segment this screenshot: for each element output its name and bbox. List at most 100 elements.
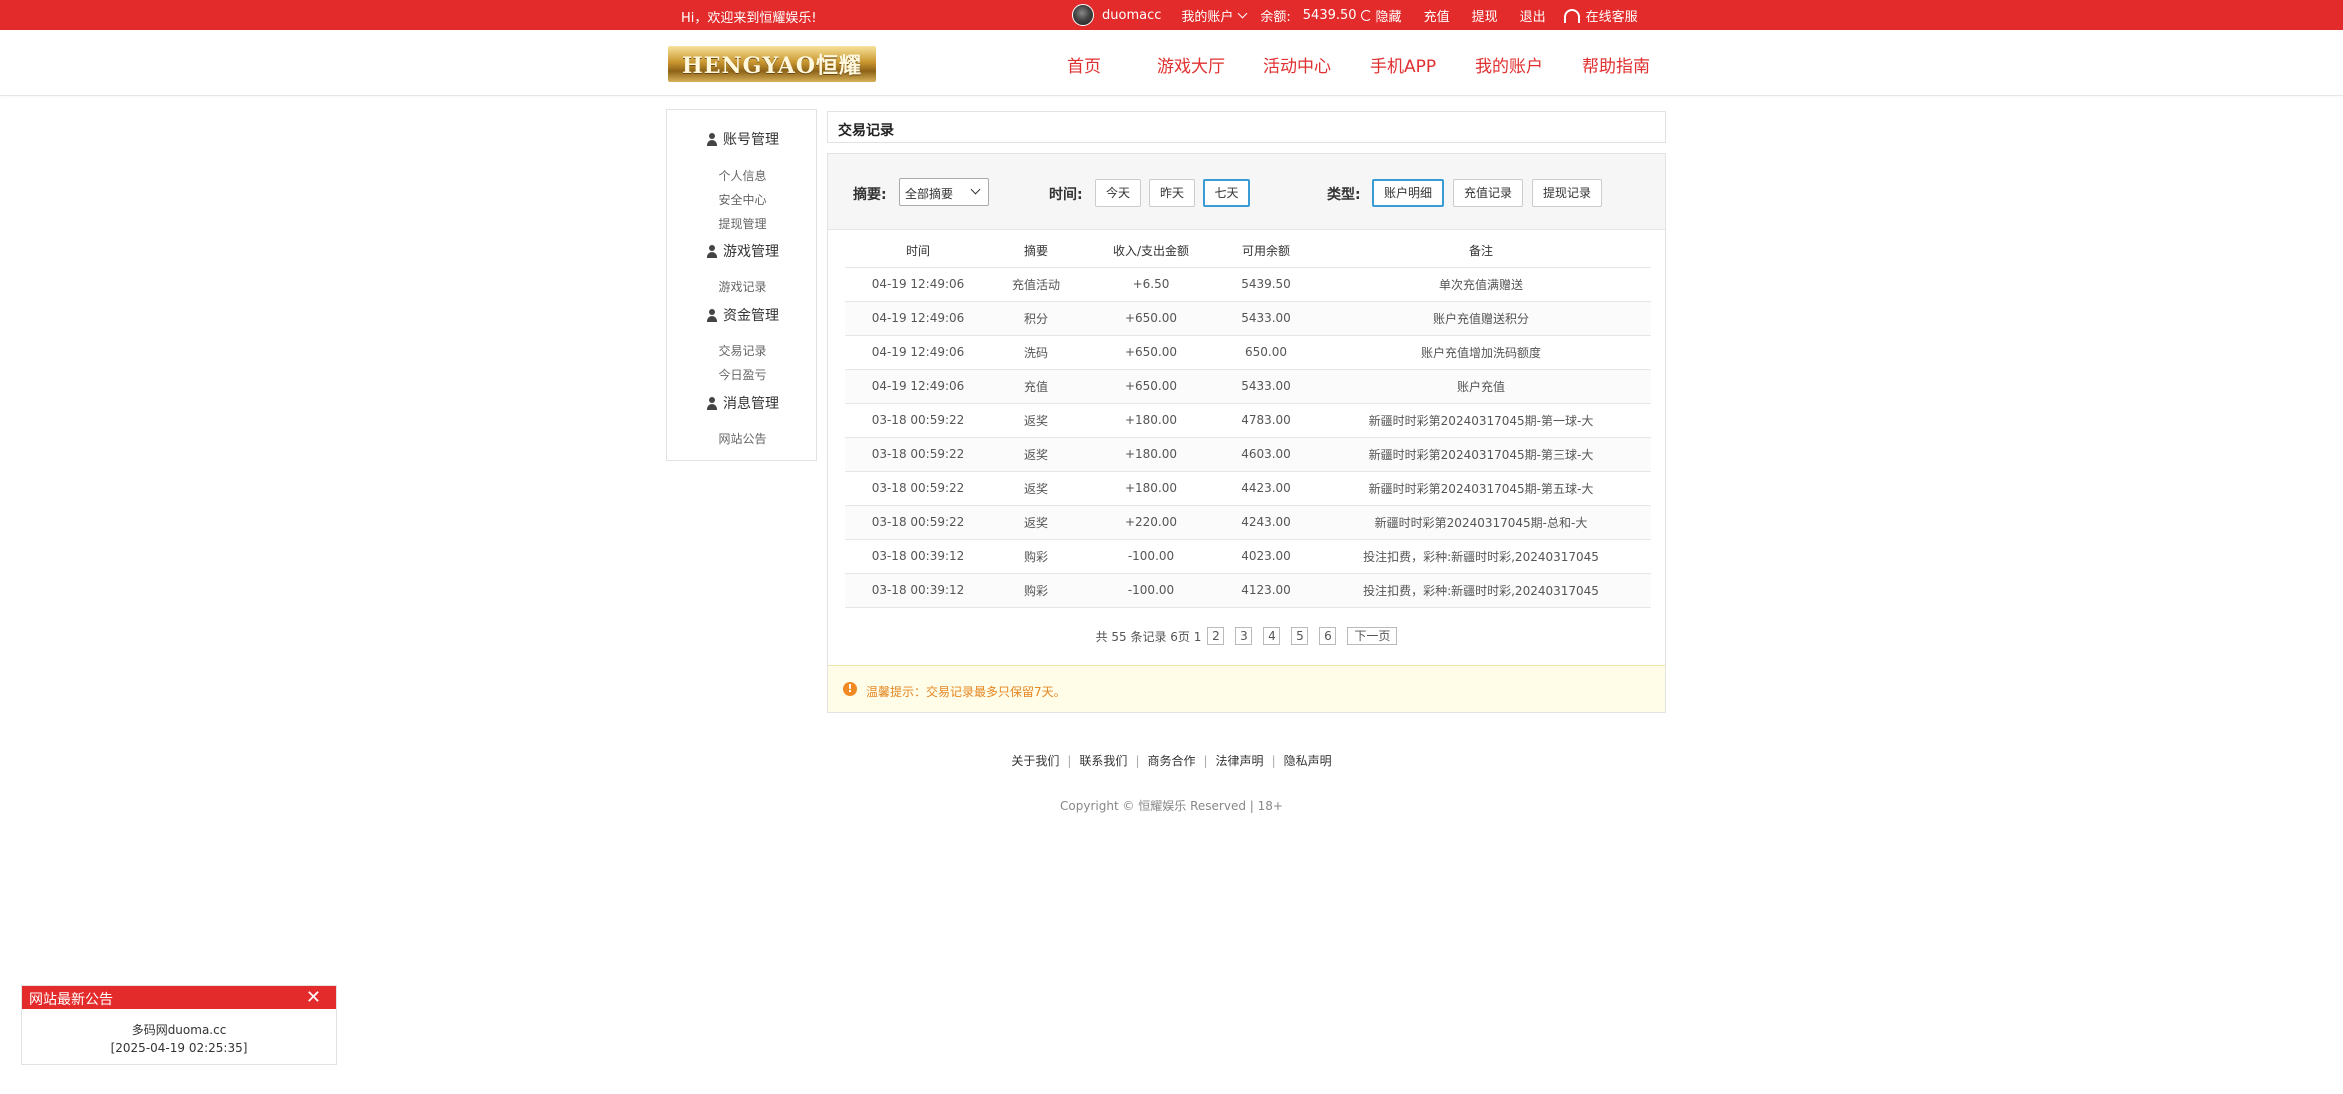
cell-time: 03-18 00:59:22	[845, 505, 991, 540]
sidebar-item-security-center[interactable]: 安全中心	[667, 191, 818, 208]
cell-amount: +650.00	[1081, 301, 1221, 336]
logo[interactable]: HENGYAO恒耀	[668, 46, 876, 82]
cell-balance: 4123.00	[1221, 573, 1311, 608]
logout-link[interactable]: 退出	[1520, 6, 1546, 25]
user-icon	[706, 132, 718, 146]
next-page-button[interactable]: 下一页	[1347, 627, 1398, 645]
welcome-text: Hi，欢迎来到恒耀娱乐!	[681, 11, 817, 26]
cell-time: 03-18 00:39:12	[845, 539, 991, 574]
type-recharge-records-button[interactable]: 充值记录	[1453, 179, 1523, 207]
warning-icon: !	[843, 682, 857, 696]
header: HENGYAO恒耀 首页 游戏大厅 活动中心 手机APP 我的账户 帮助指南	[0, 30, 2343, 96]
sidebar-item-transaction-records[interactable]: 交易记录	[667, 342, 818, 359]
time-yesterday-button[interactable]: 昨天	[1149, 179, 1195, 207]
popup-line-1: 多码网duoma.cc	[131, 1023, 227, 1037]
nav-mobile-app[interactable]: 手机APP	[1370, 52, 1436, 77]
sidebar-group-messages: 消息管理	[667, 393, 818, 413]
cell-amount: +180.00	[1081, 437, 1221, 472]
nav-activity-center[interactable]: 活动中心	[1263, 52, 1331, 77]
cell-time: 04-19 12:49:06	[845, 267, 991, 302]
col-time: 时间	[845, 234, 991, 268]
cell-remark: 账户充值	[1311, 369, 1651, 404]
sidebar-item-withdraw-manage[interactable]: 提现管理	[667, 215, 818, 232]
summary-label: 摘要:	[853, 187, 887, 203]
footer-about-link[interactable]: 关于我们	[1003, 754, 1067, 768]
cell-time: 03-18 00:59:22	[845, 471, 991, 506]
sidebar-group-title: 游戏管理	[723, 244, 779, 260]
my-account-menu[interactable]: 我的账户	[1181, 6, 1248, 25]
nav-home[interactable]: 首页	[1067, 52, 1101, 77]
cell-summary: 充值活动	[991, 267, 1081, 302]
filter-bar: 摘要: 全部摘要 时间: 今天 昨天 七天 类型: 账户明细 充值记录 提现记录	[828, 154, 1665, 230]
table-row: 03-18 00:39:12 购彩 -100.00 4123.00 投注扣费，彩种:新疆…	[845, 573, 1651, 608]
recharge-link[interactable]: 充值	[1424, 6, 1450, 25]
page-button-4[interactable]: 4	[1263, 627, 1281, 645]
top-bar: Hi，欢迎来到恒耀娱乐! duomacc 我的账户 余额: 5439.50 隐藏…	[0, 0, 2343, 30]
pagination: 共 55 条记录 6页 1 2 3 4 5 6 下一页	[828, 627, 1665, 645]
sidebar-group-title: 资金管理	[723, 308, 779, 324]
summary-select-value: 全部摘要	[905, 187, 954, 201]
page-title: 交易记录	[838, 123, 894, 139]
chevron-down-icon	[1237, 8, 1248, 18]
avatar[interactable]	[1072, 4, 1094, 26]
cell-summary: 返奖	[991, 403, 1081, 438]
footer-separator: |	[1203, 754, 1208, 768]
type-account-detail-button[interactable]: 账户明细	[1372, 179, 1444, 207]
cell-amount: +6.50	[1081, 267, 1221, 302]
refresh-icon[interactable]	[1360, 9, 1372, 21]
nav-my-account[interactable]: 我的账户	[1475, 52, 1543, 77]
cell-balance: 4603.00	[1221, 437, 1311, 472]
footer-legal-link[interactable]: 法律声明	[1208, 754, 1272, 768]
cell-amount: +180.00	[1081, 403, 1221, 438]
cell-summary: 返奖	[991, 505, 1081, 540]
page-button-5[interactable]: 5	[1291, 627, 1309, 645]
nav-game-hall[interactable]: 游戏大厅	[1157, 52, 1225, 77]
username[interactable]: duomacc	[1102, 8, 1161, 23]
cell-remark: 新疆时时彩第20240317045期-第三球-大	[1311, 437, 1651, 472]
sidebar-item-personal-info[interactable]: 个人信息	[667, 167, 818, 184]
page-title-box: 交易记录	[827, 111, 1666, 143]
summary-select[interactable]: 全部摘要	[899, 178, 989, 206]
cell-time: 04-19 12:49:06	[845, 369, 991, 404]
cell-remark: 新疆时时彩第20240317045期-第一球-大	[1311, 403, 1651, 438]
sidebar-item-site-announcement[interactable]: 网站公告	[667, 430, 818, 447]
table-row: 03-18 00:59:22 返奖 +220.00 4243.00 新疆时时彩第2024…	[845, 505, 1651, 540]
table-row: 04-19 12:49:06 充值 +650.00 5433.00 账户充值	[845, 369, 1651, 404]
time-today-button[interactable]: 今天	[1095, 179, 1141, 207]
cell-remark: 账户充值赠送积分	[1311, 301, 1651, 336]
table-row: 03-18 00:59:22 返奖 +180.00 4603.00 新疆时时彩第2024…	[845, 437, 1651, 472]
type-withdraw-records-button[interactable]: 提现记录	[1532, 179, 1602, 207]
user-icon	[706, 308, 718, 322]
customer-service-link[interactable]: 在线客服	[1563, 6, 1638, 25]
cell-remark: 新疆时时彩第20240317045期-第五球-大	[1311, 471, 1651, 506]
table-body: 04-19 12:49:06 充值活动 +6.50 5439.50 单次充值满赠送 04-…	[845, 267, 1651, 608]
type-label: 类型:	[1327, 187, 1361, 203]
hide-balance-button[interactable]: 隐藏	[1376, 6, 1402, 25]
withdraw-link[interactable]: 提现	[1472, 6, 1498, 25]
table-row: 03-18 00:39:12 购彩 -100.00 4023.00 投注扣费，彩种:新疆…	[845, 539, 1651, 574]
logo-text: HENGYAO恒耀	[682, 53, 862, 79]
close-icon[interactable]: ✕	[306, 987, 321, 1008]
footer-privacy-link[interactable]: 隐私声明	[1276, 754, 1340, 768]
cell-amount: +180.00	[1081, 471, 1221, 506]
sidebar-item-today-profit[interactable]: 今日盈亏	[667, 366, 818, 383]
footer-business-link[interactable]: 商务合作	[1139, 754, 1203, 768]
cell-time: 03-18 00:59:22	[845, 403, 991, 438]
col-balance: 可用余额	[1221, 234, 1311, 268]
cell-amount: +650.00	[1081, 369, 1221, 404]
sidebar-item-game-records[interactable]: 游戏记录	[667, 278, 818, 295]
sidebar-group-title: 账号管理	[723, 132, 779, 148]
footer-contact-link[interactable]: 联系我们	[1071, 754, 1135, 768]
time-seven-days-button[interactable]: 七天	[1203, 179, 1250, 207]
cell-remark: 投注扣费，彩种:新疆时时彩,20240317045	[1311, 539, 1651, 574]
nav-help-guide[interactable]: 帮助指南	[1582, 52, 1650, 77]
balance-value: 5439.50	[1302, 7, 1357, 23]
page-button-6[interactable]: 6	[1319, 627, 1337, 645]
page-button-3[interactable]: 3	[1235, 627, 1253, 645]
cell-time: 04-19 12:49:06	[845, 301, 991, 336]
table-row: 04-19 12:49:06 充值活动 +6.50 5439.50 单次充值满赠送	[845, 267, 1651, 302]
page-button-2[interactable]: 2	[1207, 627, 1225, 645]
sidebar-group-game: 游戏管理	[667, 241, 818, 261]
transaction-panel: 摘要: 全部摘要 时间: 今天 昨天 七天 类型: 账户明细 充值记录 提现记录…	[827, 153, 1666, 713]
cell-balance: 5433.00	[1221, 369, 1311, 404]
